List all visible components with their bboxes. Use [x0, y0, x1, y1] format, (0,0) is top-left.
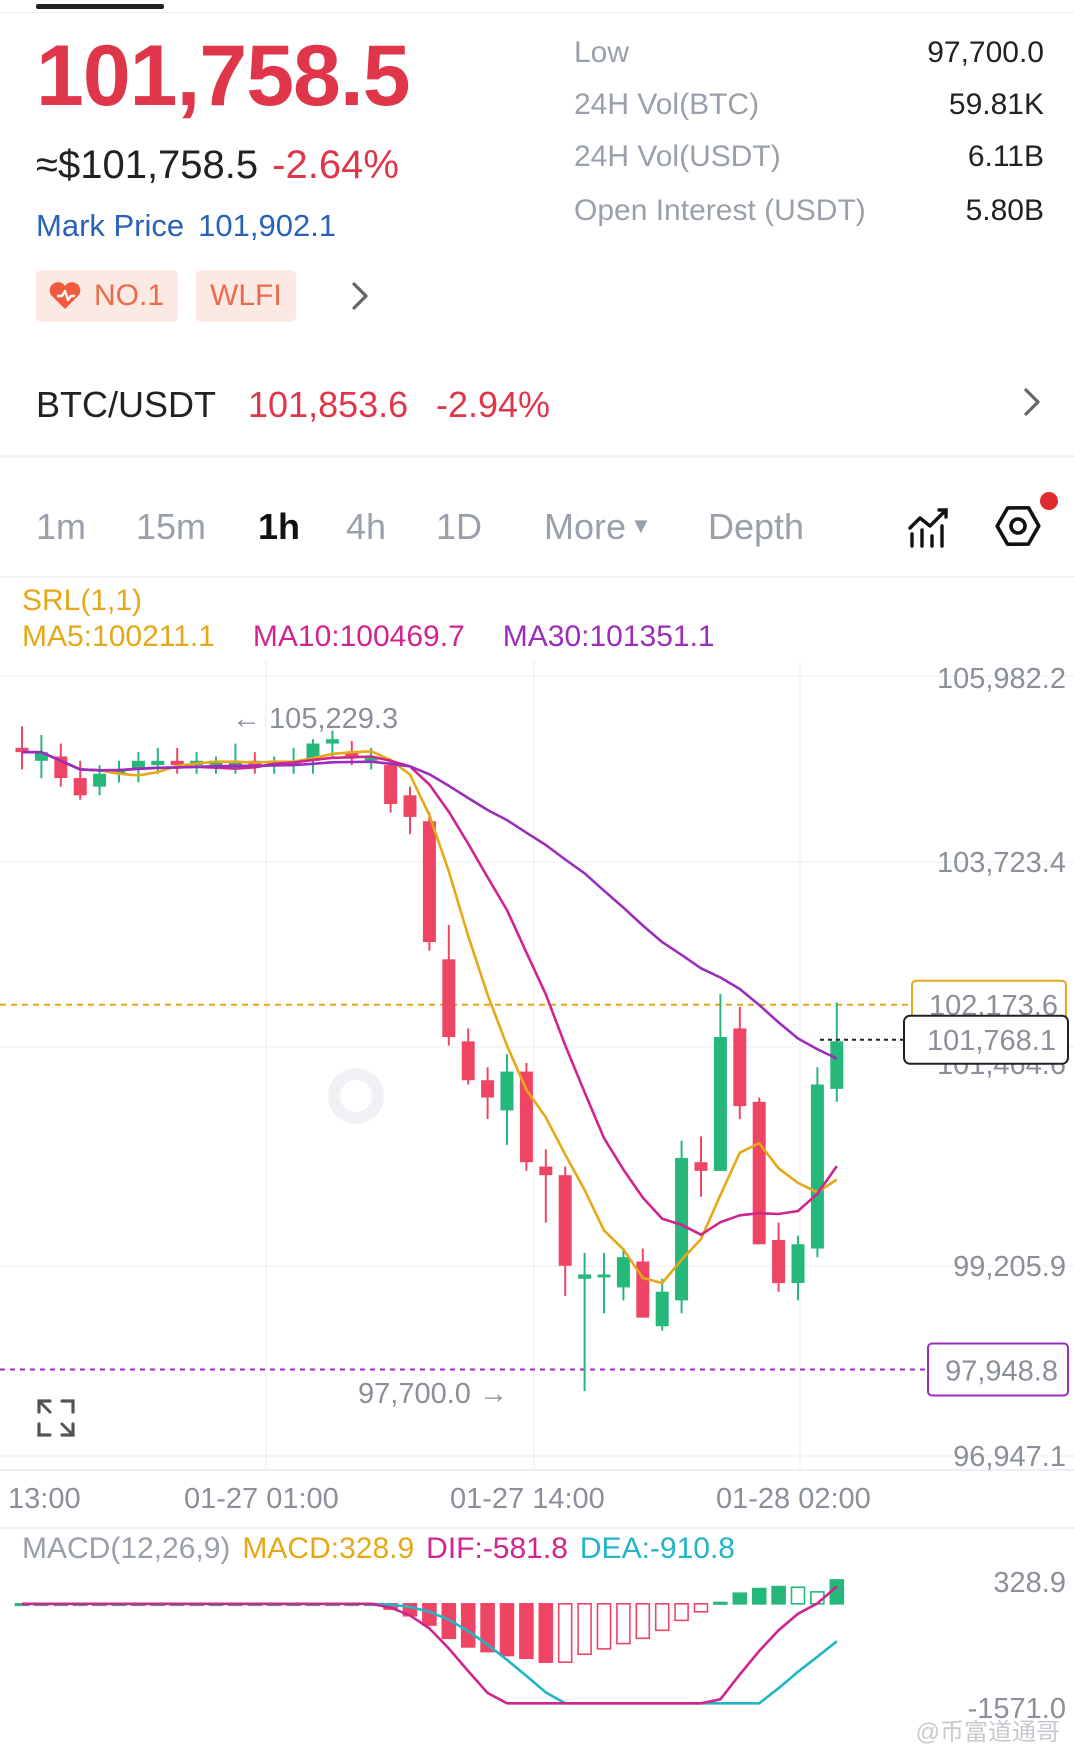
- macd-bar-positive: [732, 1592, 748, 1605]
- macd-bar-negative: [499, 1603, 515, 1657]
- candle-up: [325, 739, 339, 744]
- candle-down: [694, 1162, 708, 1171]
- macd-bar-negative: [635, 1603, 651, 1640]
- candle-up: [93, 773, 107, 787]
- time-axis-label: 13:00: [8, 1483, 81, 1515]
- watermark-credit: @币富道通哥: [915, 1719, 1060, 1746]
- candle-up: [151, 760, 165, 766]
- candle-down: [422, 821, 436, 943]
- candlestick-chart[interactable]: 105,982.2103,723.4101,464.699,205.996,94…: [0, 0, 1074, 1755]
- price-axis-label: 105,982.2: [937, 663, 1066, 695]
- watermark-logo: [328, 1068, 384, 1124]
- low-marker: 97,700.0 →: [358, 1378, 508, 1410]
- macd-dif: DIF:-581.8: [426, 1532, 568, 1565]
- price-axis-label: 103,723.4: [937, 847, 1066, 879]
- candle-down: [384, 765, 398, 804]
- candle-up: [713, 1037, 727, 1171]
- high-marker: ← 105,229.3: [232, 703, 398, 735]
- macd-bar-negative: [654, 1603, 670, 1632]
- candle-up: [791, 1244, 805, 1284]
- candle-down: [752, 1101, 766, 1245]
- candle-up: [616, 1257, 630, 1288]
- macd-bar-negative: [460, 1603, 476, 1648]
- macd-label: MACD(12,26,9): [22, 1532, 231, 1565]
- price-axis-label: 99,205.9: [953, 1251, 1066, 1283]
- macd-bar-negative: [616, 1603, 631, 1645]
- macd-bar-negative: [693, 1603, 709, 1613]
- macd-bar-negative: [674, 1603, 689, 1622]
- price-axis-label: 96,947.1: [953, 1441, 1066, 1473]
- macd-bar-positive: [771, 1585, 786, 1605]
- macd-bar-negative: [577, 1603, 592, 1656]
- candle-up: [655, 1291, 669, 1327]
- macd-bar-negative: [557, 1603, 573, 1663]
- candle-up: [830, 1041, 844, 1089]
- macd-bar-positive: [713, 1601, 728, 1605]
- macd-bar-negative: [596, 1603, 612, 1650]
- candle-down: [461, 1041, 475, 1081]
- candle-up: [810, 1084, 824, 1249]
- time-axis-label: 01-27 01:00: [184, 1483, 339, 1515]
- candle-down: [733, 1028, 747, 1107]
- candle-down: [442, 959, 456, 1038]
- macd-legend: MACD(12,26,9) MACD:328.9 DIF:-581.8 DEA:-91…: [22, 1532, 735, 1566]
- candle-down: [519, 1071, 533, 1163]
- macd-dea: DEA:-910.8: [579, 1532, 735, 1565]
- candle-down: [481, 1080, 495, 1098]
- macd-bar-negative: [519, 1603, 534, 1659]
- candle-down: [772, 1239, 786, 1284]
- time-axis-label: 01-28 02:00: [716, 1483, 871, 1515]
- macd-bar-positive: [751, 1587, 767, 1605]
- candle-up: [500, 1071, 514, 1111]
- macd-bar-positive: [790, 1586, 806, 1605]
- macd-bar-negative: [538, 1603, 554, 1663]
- candle-down: [403, 795, 417, 817]
- time-axis-label: 01-27 14:00: [450, 1483, 605, 1515]
- macd-value: MACD:328.9: [242, 1532, 415, 1565]
- fullscreen-icon[interactable]: [36, 1398, 76, 1438]
- candle-up: [675, 1157, 689, 1301]
- candle-down: [539, 1166, 553, 1176]
- macd-axis-label: 328.9: [993, 1567, 1066, 1599]
- support-price-tag-text: 97,948.8: [945, 1356, 1058, 1388]
- candle-down: [558, 1175, 572, 1266]
- current-price-tag-text: 101,768.1: [927, 1025, 1056, 1057]
- candle-up: [578, 1274, 592, 1279]
- candle-up: [597, 1274, 611, 1278]
- candle-down: [73, 778, 87, 796]
